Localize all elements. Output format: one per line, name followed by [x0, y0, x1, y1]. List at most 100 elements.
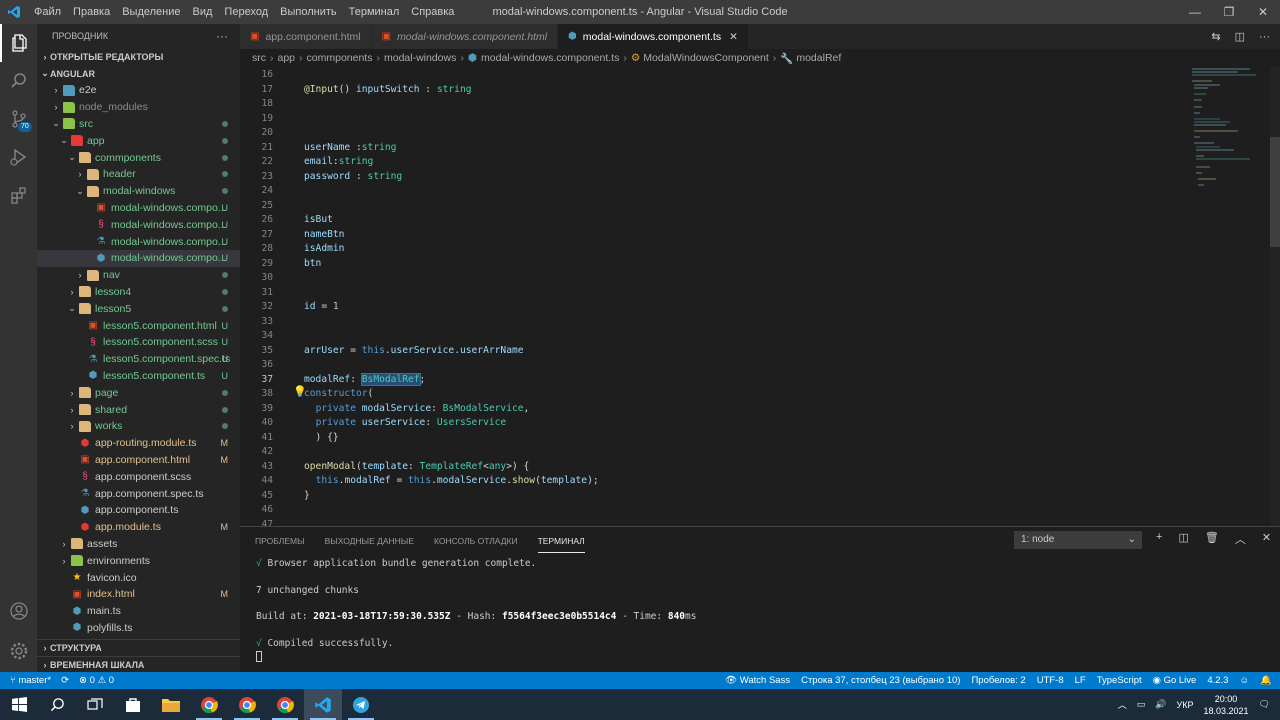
- code-editor[interactable]: 16 17 @Input() inputSwitch : string 18 19 20 2…: [240, 67, 1280, 526]
- terminal-select[interactable]: 1: node ⌄: [1014, 531, 1142, 549]
- telegram-icon[interactable]: [342, 689, 380, 720]
- clock[interactable]: 20:00 18.03.2021: [1204, 693, 1249, 717]
- chrome-icon[interactable]: [228, 689, 266, 720]
- tab-modal-windows-component-html[interactable]: ▣ modal-windows.component.html: [371, 24, 559, 49]
- tree-file[interactable]: ⬢ app.component.ts: [37, 502, 240, 519]
- breadcrumb-item[interactable]: ModalWindowsComponent: [643, 52, 768, 64]
- tree-file[interactable]: ▣ lesson5.component.html U: [37, 317, 240, 334]
- extensions-icon[interactable]: [0, 176, 37, 214]
- split-editor-icon[interactable]: ◫: [1235, 30, 1245, 43]
- tree-folder[interactable]: › shared: [37, 401, 240, 418]
- breadcrumb-item[interactable]: modalRef: [796, 52, 841, 64]
- tree-folder[interactable]: › environments: [37, 552, 240, 569]
- menu-help[interactable]: Справка: [405, 0, 460, 24]
- tree-folder[interactable]: ⌄ lesson5: [37, 300, 240, 317]
- tree-folder[interactable]: › node_modules: [37, 99, 240, 116]
- maximize-icon[interactable]: ❐: [1212, 0, 1246, 24]
- close-window-icon[interactable]: ✕: [1246, 0, 1280, 24]
- source-control-icon[interactable]: 70: [0, 100, 37, 138]
- search-icon[interactable]: [0, 62, 37, 100]
- chevron-up-icon[interactable]: ︿: [1118, 698, 1127, 711]
- tree-folder[interactable]: ⌄ commponents: [37, 149, 240, 166]
- tab-problems[interactable]: ПРОБЛЕМЫ: [255, 527, 305, 553]
- tree-file[interactable]: ⬢ modal-windows.compo... U: [37, 249, 240, 267]
- menu-run[interactable]: Выполнить: [274, 0, 342, 24]
- tree-file[interactable]: ▣ modal-windows.compo... U: [37, 200, 240, 217]
- branch-item[interactable]: ⑂ master*: [10, 675, 51, 686]
- windows-start-icon[interactable]: [0, 689, 38, 720]
- tab-output[interactable]: ВЫХОДНЫЕ ДАННЫЕ: [325, 527, 414, 553]
- tree-folder[interactable]: ⌄ app: [37, 132, 240, 149]
- sync-icon[interactable]: ⟳: [61, 675, 69, 686]
- new-terminal-icon[interactable]: +: [1156, 531, 1162, 547]
- tree-file[interactable]: ⬢ app-routing.module.ts M: [37, 435, 240, 452]
- breadcrumb-item[interactable]: commponents: [307, 52, 373, 64]
- chrome-icon[interactable]: [266, 689, 304, 720]
- store-icon[interactable]: [114, 689, 152, 720]
- tab-modal-windows-component-ts[interactable]: ⬢ modal-windows.component.ts ✕: [558, 24, 749, 49]
- menu-terminal[interactable]: Терминал: [343, 0, 406, 24]
- tab-debug-console[interactable]: КОНСОЛЬ ОТЛАДКИ: [434, 527, 518, 553]
- tree-file[interactable]: § app.component.scss: [37, 468, 240, 485]
- breadcrumb-item[interactable]: modal-windows.component.ts: [481, 52, 619, 64]
- minimize-icon[interactable]: —: [1178, 0, 1212, 24]
- tree-folder[interactable]: ⌄ modal-windows: [37, 183, 240, 200]
- chrome-icon[interactable]: [190, 689, 228, 720]
- menu-view[interactable]: Вид: [187, 0, 219, 24]
- timeline-section[interactable]: › ВРЕМЕННАЯ ШКАЛА: [37, 656, 240, 672]
- split-terminal-icon[interactable]: ◫: [1178, 531, 1188, 547]
- file-explorer-icon[interactable]: [152, 689, 190, 720]
- volume-icon[interactable]: 🔊: [1155, 699, 1166, 710]
- open-changes-icon[interactable]: ⇆: [1211, 30, 1220, 43]
- watch-sass-item[interactable]: 👁 Watch Sass: [725, 675, 790, 686]
- open-editors-section[interactable]: › ОТКРЫТЫЕ РЕДАКТОРЫ: [37, 48, 240, 65]
- tree-file[interactable]: § modal-windows.compo... U: [37, 216, 240, 233]
- account-icon[interactable]: [0, 592, 37, 630]
- breadcrumb-item[interactable]: src: [252, 52, 266, 64]
- breadcrumb-item[interactable]: app: [278, 52, 296, 64]
- tree-file[interactable]: ★ favicon.ico: [37, 569, 240, 586]
- more-actions-icon[interactable]: ···: [216, 29, 228, 43]
- encoding[interactable]: UTF-8: [1037, 675, 1064, 686]
- trash-icon[interactable]: 🗑: [1205, 531, 1219, 547]
- tab-app-component-html[interactable]: ▣ app.component.html: [240, 24, 372, 49]
- lightbulb-icon[interactable]: 💡: [293, 385, 307, 398]
- close-panel-icon[interactable]: ✕: [1262, 531, 1271, 547]
- tab-terminal[interactable]: ТЕРМИНАЛ: [537, 527, 585, 553]
- tree-file[interactable]: ⚗ lesson5.component.spec.ts U: [37, 351, 240, 368]
- tree-file[interactable]: ⚗ app.component.spec.ts: [37, 485, 240, 502]
- tree-folder[interactable]: › e2e: [37, 82, 240, 99]
- menu-selection[interactable]: Выделение: [116, 0, 186, 24]
- tree-folder[interactable]: › assets: [37, 536, 240, 553]
- tree-folder[interactable]: › page: [37, 384, 240, 401]
- task-view-icon[interactable]: [76, 689, 114, 720]
- breadcrumb-item[interactable]: modal-windows: [384, 52, 456, 64]
- tree-file[interactable]: ⬢ lesson5.component.ts U: [37, 368, 240, 385]
- typescript-version[interactable]: 4.2.3: [1207, 675, 1228, 686]
- tree-file[interactable]: ▣ index.html M: [37, 586, 240, 603]
- more-actions-icon[interactable]: ···: [1259, 31, 1270, 43]
- network-icon[interactable]: ▭: [1137, 699, 1146, 710]
- cursor-position[interactable]: Строка 37, столбец 23 (выбрано 10): [801, 675, 960, 686]
- tree-file[interactable]: § lesson5.component.scss U: [37, 334, 240, 351]
- workspace-root[interactable]: ⌄ ANGULAR: [37, 65, 240, 82]
- tree-folder[interactable]: ⌄ src: [37, 116, 240, 133]
- minimap[interactable]: [1190, 67, 1270, 526]
- language-indicator[interactable]: УКР: [1177, 700, 1194, 710]
- menu-file[interactable]: Файл: [28, 0, 67, 24]
- search-icon[interactable]: [38, 689, 76, 720]
- tree-folder[interactable]: › nav: [37, 267, 240, 284]
- go-live-item[interactable]: ◉ Go Live: [1153, 675, 1197, 686]
- tree-file[interactable]: ⬢ polyfills.ts: [37, 620, 240, 637]
- tree-folder[interactable]: › lesson4: [37, 284, 240, 301]
- menu-edit[interactable]: Правка: [67, 0, 116, 24]
- tree-file[interactable]: ⬢ main.ts: [37, 603, 240, 620]
- tree-file[interactable]: ▣ app.component.html M: [37, 452, 240, 469]
- tree-folder[interactable]: › works: [37, 418, 240, 435]
- terminal-output[interactable]: √ Browser application bundle generation …: [256, 557, 696, 663]
- maximize-panel-icon[interactable]: ︿: [1235, 531, 1246, 547]
- language-mode[interactable]: TypeScript: [1097, 675, 1142, 686]
- explorer-icon[interactable]: [0, 24, 37, 62]
- problems-item[interactable]: ⊗ 0 ⚠ 0: [79, 675, 114, 686]
- tree-file[interactable]: ⬢ app.module.ts M: [37, 519, 240, 536]
